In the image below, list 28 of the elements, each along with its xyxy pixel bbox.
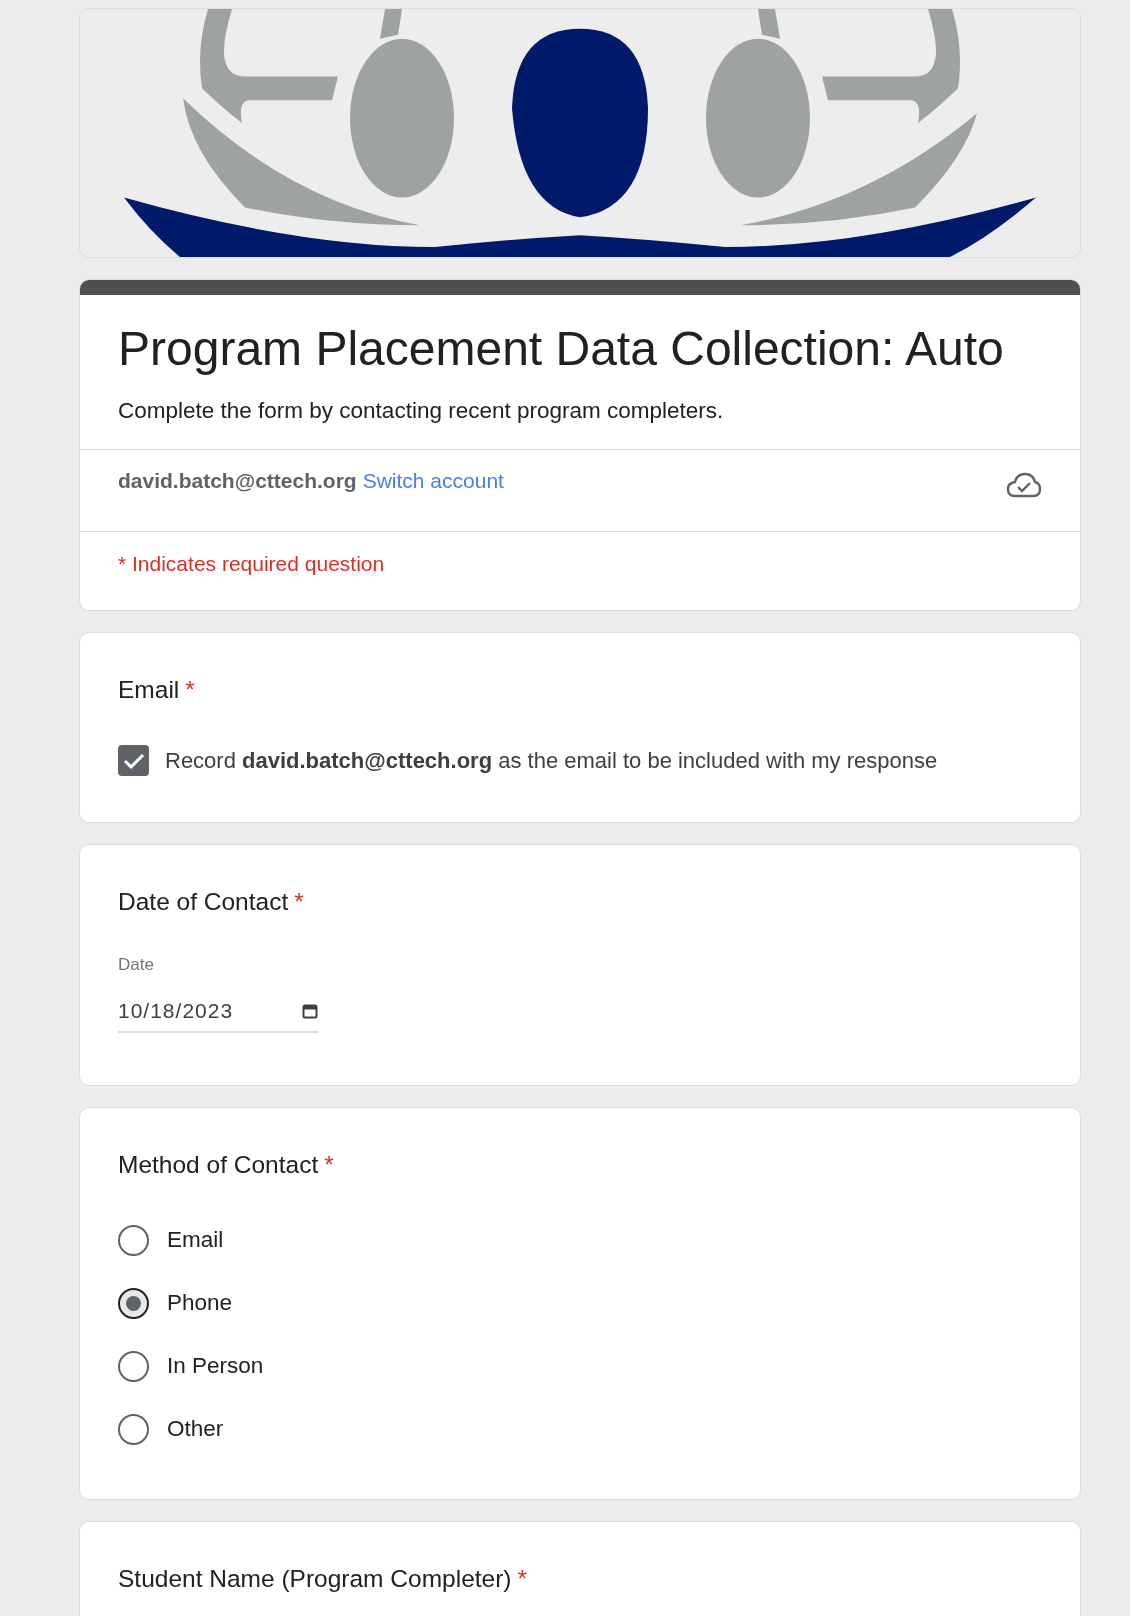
- option-label[interactable]: Email: [167, 1222, 224, 1258]
- checkmark-icon: [122, 751, 145, 770]
- required-note: * Indicates required question: [80, 531, 1080, 610]
- switch-account-link[interactable]: Switch account: [362, 469, 504, 492]
- radio-button[interactable]: [118, 1224, 149, 1256]
- calendar-icon[interactable]: [302, 1003, 318, 1019]
- required-asterisk: *: [517, 1565, 528, 1592]
- required-asterisk: *: [294, 888, 304, 915]
- radio-button[interactable]: [118, 1413, 149, 1445]
- form-description: Complete the form by contacting recent program completers.: [118, 397, 725, 425]
- required-asterisk: *: [185, 676, 195, 703]
- field-label: Date: [118, 955, 155, 975]
- question-title: Method of Contact: [118, 1151, 319, 1178]
- cloud-check-icon: [1006, 472, 1042, 498]
- required-asterisk: *: [324, 1151, 334, 1178]
- radio-button[interactable]: [118, 1287, 149, 1319]
- account-email: david.batch@cttech.org: [118, 469, 357, 492]
- checkbox-label: Record david.batch@cttech.org as the email to be included with my response: [165, 747, 938, 774]
- checkbox[interactable]: [118, 745, 149, 776]
- option-label[interactable]: Phone: [167, 1285, 233, 1321]
- question-title: Date of Contact: [118, 888, 289, 915]
- question-title: Student Name (Program Completer): [118, 1565, 512, 1592]
- option-label[interactable]: In Person: [167, 1348, 264, 1384]
- date-field[interactable]: 10/18/2023: [118, 999, 318, 1033]
- radio-button[interactable]: [118, 1350, 149, 1382]
- form-title: Program Placement Data Collection: Auto: [118, 321, 1005, 377]
- option-label[interactable]: Other: [167, 1411, 224, 1447]
- question-title: Email: [118, 676, 180, 703]
